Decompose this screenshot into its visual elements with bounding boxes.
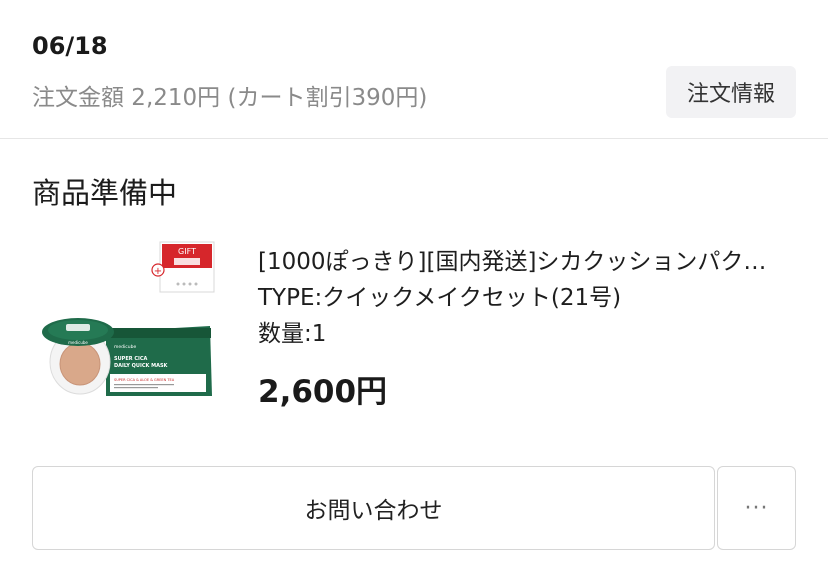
mask-line1: SUPER CICA bbox=[114, 356, 148, 362]
order-info-button[interactable]: 注文情報 bbox=[666, 66, 796, 118]
gift-card: GIFT + bbox=[151, 241, 215, 293]
mask-line2: DAILY QUICK MASK bbox=[114, 363, 169, 369]
more-options-button[interactable]: ··· bbox=[717, 466, 796, 550]
mask-box: medicube SUPER CICA DAILY QUICK MASK SUP… bbox=[106, 326, 212, 396]
cushion-brand: medicube bbox=[68, 340, 88, 345]
contact-button[interactable]: お問い合わせ bbox=[32, 466, 715, 550]
product-details: [1000ぽっきり][国内発送]シカクッションパク… TYPE:クイックメイクセ… bbox=[258, 244, 803, 411]
order-status-title: 商品準備中 bbox=[32, 176, 178, 210]
product-image[interactable]: GIFT + medicube SUPER CICA DAILY QUICK M… bbox=[32, 236, 222, 406]
order-header: 06/18 注文金額 2,210円 (カート割引390円) 注文情報 bbox=[0, 0, 828, 138]
svg-text:+: + bbox=[154, 266, 162, 277]
gift-label: GIFT bbox=[178, 247, 196, 256]
mask-brand: medicube bbox=[114, 344, 136, 350]
cushion-compact: medicube bbox=[42, 318, 114, 395]
more-icon: ··· bbox=[744, 495, 769, 521]
product-quantity: 数量:1 bbox=[258, 321, 327, 347]
product-name[interactable]: [1000ぽっきり][国内発送]シカクッションパク… bbox=[258, 244, 803, 280]
order-amount: 注文金額 2,210円 (カート割引390円) bbox=[32, 85, 428, 111]
product-image-graphic: GIFT + medicube SUPER CICA DAILY QUICK M… bbox=[42, 241, 215, 396]
mask-sub: SUPER CICA & ALOE & GREEN TEA bbox=[114, 378, 175, 382]
product-price: 2,600円 bbox=[258, 374, 388, 410]
order-date: 06/18 bbox=[32, 32, 108, 60]
section-divider bbox=[0, 138, 828, 139]
product-option: TYPE:クイックメイクセット(21号) bbox=[258, 285, 622, 311]
